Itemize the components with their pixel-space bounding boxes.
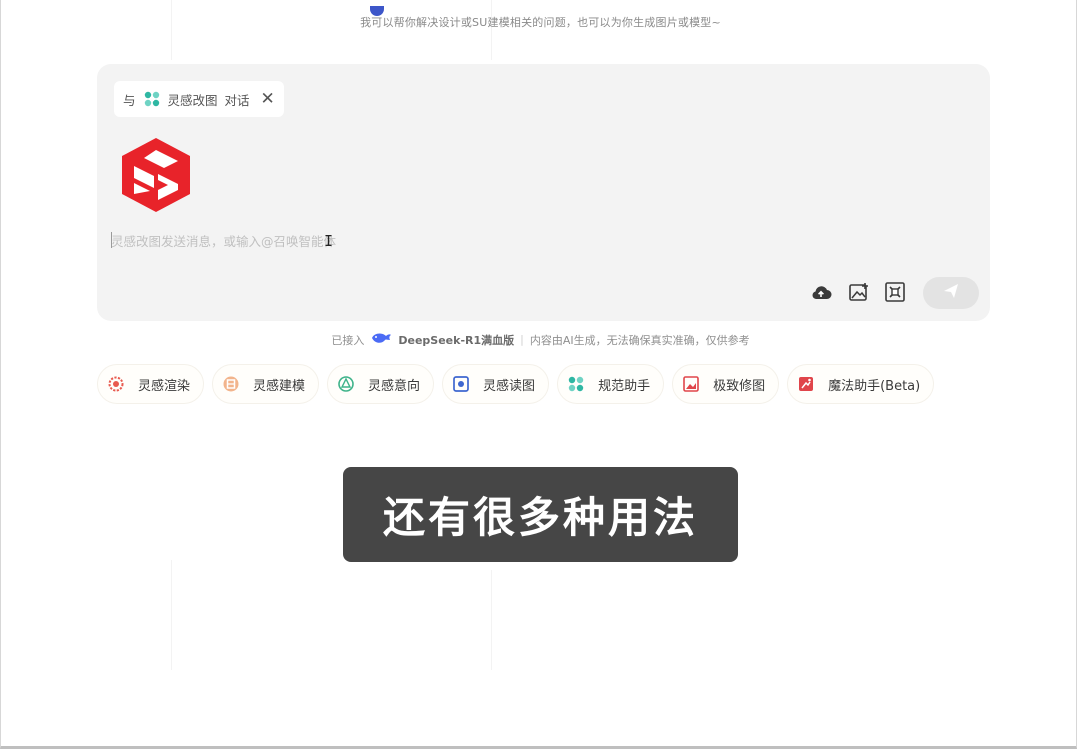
agent-inspiration-icon [143,90,161,108]
spec-helper-icon [567,375,585,393]
guide-line [171,0,172,60]
agent-chip-prefix: 与 [123,92,136,108]
guide-line [491,570,492,670]
quick-tool-label: 灵感建模 [253,378,306,394]
quick-tool-intent[interactable]: 灵感意向 [327,364,435,404]
agent-chip[interactable]: 与 灵感改图 对话 ✕ [114,81,284,117]
brand-logo-icon [120,136,192,214]
intent-icon [337,375,355,393]
chat-input-card: 与 灵感改图 对话 ✕ 灵感改图发送消息，或输入@召唤智能体 I [97,64,990,321]
quick-tool-label: 灵感渲染 [138,378,191,394]
connected-label: 已接入 [331,333,365,347]
ibeam-cursor-icon: I [324,232,334,250]
assistant-avatar-icon [370,6,384,16]
modeling-icon [222,375,240,393]
render-gear-icon [107,375,125,393]
model-tool-button[interactable] [883,282,907,306]
deepseek-whale-icon [370,331,392,348]
model-expand-icon [884,281,906,307]
quick-tool-label: 极致修图 [713,378,766,394]
model-name: DeepSeek-R1满血版 [398,333,515,347]
quick-tool-spec-helper[interactable]: 规范助手 [557,364,665,404]
app-window: 我可以帮你解决设计或SU建模相关的问题，也可以为你生成图片或模型~ 与 灵感改图… [0,0,1077,749]
edit-image-icon [682,375,700,393]
add-image-button[interactable] [847,282,871,306]
ai-disclaimer: 内容由AI生成，无法确保真实准确，仅供参考 [529,333,750,347]
agent-chip-suffix: 对话 [224,92,250,108]
text-caret [111,232,112,248]
quick-tool-edit-image[interactable]: 极致修图 [672,364,780,404]
quick-tool-label: 灵感意向 [368,378,421,394]
quick-tools-bar: 灵感渲染 灵感建模 灵感意向 灵感读图 规范助手 极致修图 魔法助手(Beta) [97,364,935,404]
send-icon [941,281,961,305]
quick-tool-label: 规范助手 [598,378,651,394]
video-subtitle: 还有很多种用法 [343,467,738,562]
model-info-footer: 已接入 DeepSeek-R1满血版 | 内容由AI生成，无法确保真实准确，仅供… [1,331,1076,348]
add-image-icon [848,281,870,307]
quick-tool-render[interactable]: 灵感渲染 [97,364,205,404]
close-icon[interactable]: ✕ [261,90,275,108]
agent-chip-name: 灵感改图 [167,92,218,108]
assistant-intro-text: 我可以帮你解决设计或SU建模相关的问题，也可以为你生成图片或模型~ [360,16,721,29]
quick-tool-label: 魔法助手(Beta) [828,378,921,394]
guide-line [171,560,172,670]
read-image-icon [452,375,470,393]
subtitle-text: 还有很多种用法 [382,493,698,542]
send-button[interactable] [923,277,979,309]
message-input[interactable] [111,230,811,252]
quick-tool-label: 灵感读图 [483,378,536,394]
footer-separator: | [520,333,524,346]
quick-tool-modeling[interactable]: 灵感建模 [212,364,320,404]
assistant-intro: 我可以帮你解决设计或SU建模相关的问题，也可以为你生成图片或模型~ [1,6,1076,30]
cloud-upload-icon [810,283,832,305]
quick-tool-magic-helper[interactable]: 魔法助手(Beta) [787,364,935,404]
guide-line [491,0,492,60]
upload-cloud-button[interactable] [809,282,833,306]
quick-tool-read-image[interactable]: 灵感读图 [442,364,550,404]
magic-helper-icon [797,375,815,393]
